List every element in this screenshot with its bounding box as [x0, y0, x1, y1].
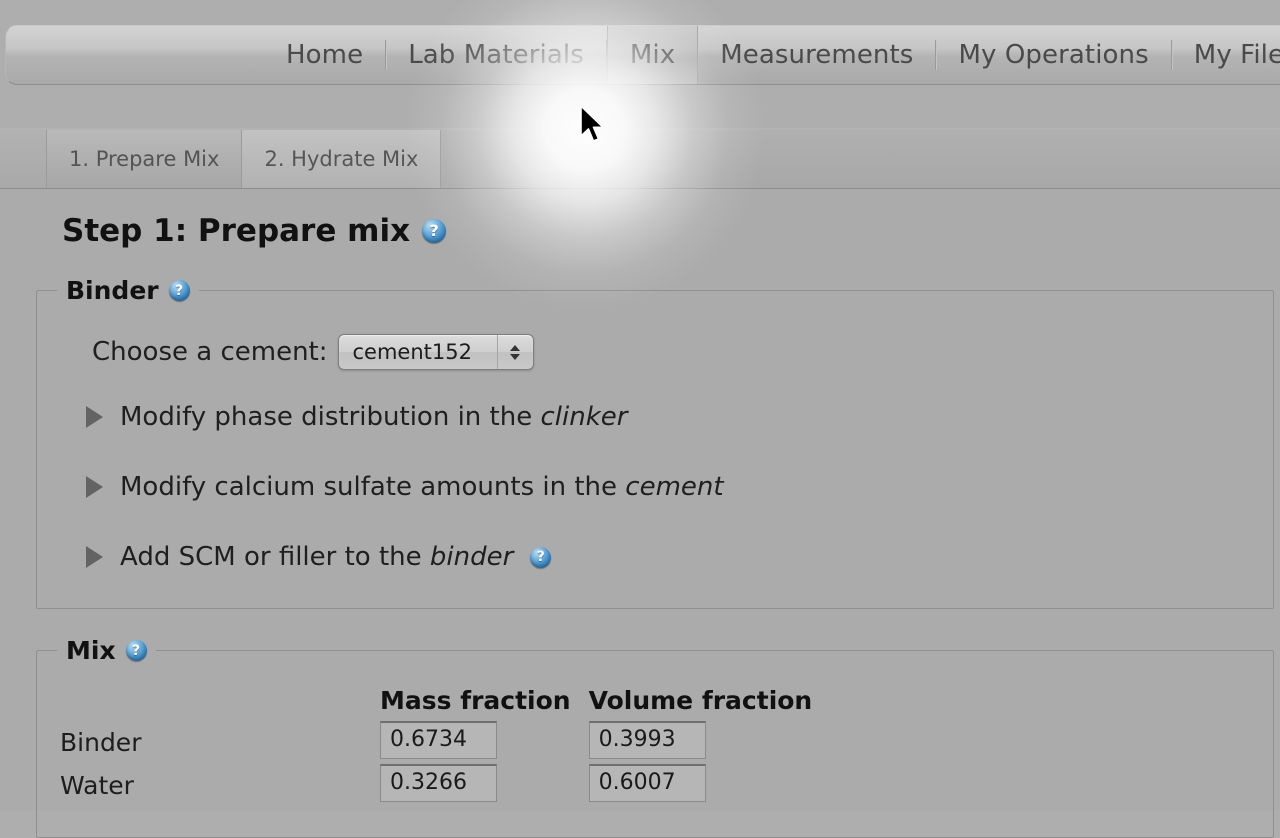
- nav-item-my-operations[interactable]: My Operations: [936, 26, 1170, 84]
- binder-mass-fraction-input[interactable]: 0.6734: [380, 721, 497, 759]
- water-mass-fraction-input[interactable]: 0.3266: [380, 764, 497, 802]
- row-label-water: Water: [60, 771, 134, 800]
- chevron-updown-icon: [496, 335, 533, 369]
- nav-item-label: My Files: [1193, 40, 1280, 70]
- nav-item-label: Mix: [629, 40, 676, 70]
- nav-item-mix[interactable]: Mix: [606, 26, 699, 84]
- page-title-text: Step 1: Prepare mix: [62, 213, 411, 249]
- table-header-row: Mass fraction Volume fraction: [60, 686, 812, 721]
- table-header-blank: [60, 686, 380, 721]
- disclosure-modify-clinker-phase-distribution[interactable]: Modify phase distribution in the clinker: [86, 402, 627, 432]
- triangle-right-icon: [86, 476, 103, 498]
- disclosure-label: Modify calcium sulfate amounts in the ce…: [120, 472, 724, 502]
- disclosure-label: Modify phase distribution in the clinker: [120, 402, 628, 432]
- tab-strip-leading-edge: [0, 130, 47, 188]
- nav-item-label: Home: [286, 40, 364, 70]
- tab-label: 2. Hydrate Mix: [264, 147, 419, 171]
- nav-item-label: My Operations: [958, 40, 1149, 70]
- help-question-icon[interactable]: [530, 546, 552, 568]
- nav-item-measurements[interactable]: Measurements: [698, 26, 935, 84]
- triangle-right-icon: [86, 406, 103, 428]
- triangle-right-icon: [86, 546, 103, 568]
- table-row: Binder 0.6734 0.3993: [60, 721, 812, 764]
- water-mass-fraction-cell: 0.3266: [380, 764, 571, 807]
- nav-item-label: Lab Materials: [408, 40, 584, 70]
- tab-strip-trailing-area: [441, 130, 1280, 188]
- disclosure-add-scm-or-filler[interactable]: Add SCM or filler to the binder: [86, 542, 552, 572]
- mix-section-legend: Mix: [57, 636, 156, 665]
- disclosure-modify-calcium-sulfate-amounts[interactable]: Modify calcium sulfate amounts in the ce…: [86, 472, 724, 502]
- help-question-icon[interactable]: [125, 640, 147, 661]
- tab-prepare-mix[interactable]: 1. Prepare Mix: [47, 130, 243, 188]
- column-gap: [571, 764, 589, 807]
- help-question-icon[interactable]: [422, 219, 447, 243]
- mix-fractions-table: Mass fraction Volume fraction Binder 0.6…: [60, 686, 812, 807]
- nav-item-label: Measurements: [720, 40, 914, 70]
- table-header-volume-fraction: Volume fraction: [588, 686, 813, 715]
- nav-item-lab-materials[interactable]: Lab Materials: [386, 26, 606, 84]
- water-volume-fraction-input[interactable]: 0.6007: [588, 764, 706, 802]
- mix-legend-text: Mix: [66, 636, 116, 665]
- binder-legend-text: Binder: [66, 276, 159, 305]
- choose-cement-label: Choose a cement:: [92, 337, 328, 367]
- binder-volume-fraction-input[interactable]: 0.3993: [588, 721, 706, 759]
- nav-item-my-files[interactable]: My Files: [1172, 26, 1280, 84]
- tab-hydrate-mix[interactable]: 2. Hydrate Mix: [242, 130, 442, 188]
- page-title: Step 1: Prepare mix: [62, 213, 447, 249]
- table-row: Water 0.3266 0.6007: [60, 764, 812, 807]
- cement-select-value: cement152: [352, 340, 472, 364]
- step-tab-strip: 1. Prepare Mix 2. Hydrate Mix: [0, 128, 1280, 189]
- table-header-mass-fraction: Mass fraction: [380, 686, 571, 715]
- water-volume-fraction-cell: 0.6007: [588, 764, 813, 807]
- binder-mass-fraction-cell: 0.6734: [380, 721, 571, 764]
- cement-select[interactable]: cement152: [337, 334, 534, 370]
- nav-item-home[interactable]: Home: [264, 26, 385, 84]
- row-label-binder: Binder: [60, 728, 142, 757]
- binder-section-legend: Binder: [57, 276, 199, 305]
- column-gap: [571, 721, 589, 764]
- choose-cement-row: Choose a cement: cement152: [92, 334, 534, 370]
- binder-volume-fraction-cell: 0.3993: [588, 721, 813, 764]
- disclosure-label: Add SCM or filler to the binder: [120, 542, 514, 572]
- nav-left-spacer: [6, 26, 264, 84]
- tab-label: 1. Prepare Mix: [69, 147, 220, 171]
- table-header-gap: [571, 686, 589, 721]
- main-navigation-bar: Home Lab Materials Mix Measurements My O…: [5, 25, 1280, 85]
- help-question-icon[interactable]: [168, 280, 190, 301]
